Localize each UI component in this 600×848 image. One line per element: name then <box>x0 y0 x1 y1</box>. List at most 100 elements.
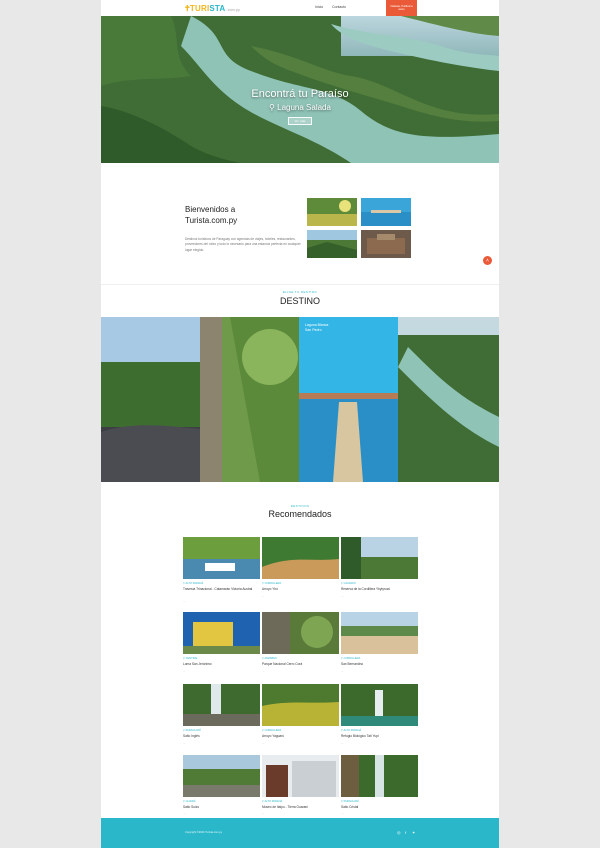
instagram-icon[interactable]: ◎ <box>397 830 401 835</box>
card-title[interactable]: Reserva de la Cordillera Ybytyruzú <box>341 587 418 591</box>
card-image[interactable] <box>341 684 418 726</box>
recommended-card[interactable]: ⚲ CORDILLERA Arroyo Yhú ... <box>262 537 339 607</box>
card-category-label: GUAIRÁ <box>185 800 196 803</box>
card-category-label: ALTO PARANÁ <box>264 800 283 803</box>
footer-copyright: Copyright ©2024 Turista.com.py <box>185 831 223 834</box>
destino-title: DESTINO <box>279 296 320 306</box>
card-category: ⚲ PARAGUARÍ <box>183 729 201 732</box>
destino-panel-3[interactable]: Laguna Blanca San Pedro <box>299 317 398 482</box>
card-more: ... <box>183 741 186 745</box>
card-category: ⚲ ALTO PARANÁ <box>341 729 361 732</box>
card-title[interactable]: Travesía Trinacional - Catamarán Victori… <box>183 587 260 591</box>
card-image[interactable] <box>183 755 260 797</box>
card-title[interactable]: Arroyo Yhú <box>262 587 339 591</box>
gallery-image-forest[interactable] <box>307 198 357 226</box>
card-category-label: CENTRAL <box>185 657 198 660</box>
card-category: ⚲ AMAMBAY <box>262 657 277 660</box>
welcome-gallery <box>307 198 411 260</box>
card-title[interactable]: Parque Nacional Cerro Corá <box>262 662 339 666</box>
card-image[interactable] <box>262 684 339 726</box>
card-category-label: ALTO PARANÁ <box>343 729 362 732</box>
card-title[interactable]: Salto Cristal <box>341 805 418 809</box>
welcome-description: Destinos turísticos de Paraguay con agen… <box>185 237 301 252</box>
card-image[interactable] <box>341 755 418 797</box>
card-image[interactable] <box>183 537 260 579</box>
recommended-card[interactable]: ⚲ CENTRAL Loma San Jerónimo ... <box>183 612 260 678</box>
panel-label-subtitle: San Pedro <box>305 328 322 332</box>
card-category: ⚲ CORDILLERA <box>262 729 281 732</box>
card-title[interactable]: Salto Inglés <box>183 734 260 738</box>
destino-eyebrow: ELIGE TU DESTINO <box>282 290 318 294</box>
card-category: ⚲ GUAIRÁ <box>183 800 196 803</box>
card-title[interactable]: Refugio Biológico Tatí Yupí <box>341 734 418 738</box>
card-more: ... <box>341 669 344 673</box>
location-icon: ⚲ <box>262 729 264 732</box>
location-icon: ⚲ <box>183 800 185 803</box>
card-image[interactable] <box>183 612 260 654</box>
recommended-card[interactable]: ⚲ ALTO PARANÁ Travesía Trinacional - Cat… <box>183 537 260 607</box>
scroll-up-button[interactable]: ˄ <box>483 256 492 265</box>
recommended-card[interactable]: ⚲ PARAGUARÍ Salto Cristal ... <box>341 755 418 815</box>
recommended-card[interactable]: ⚲ GUAIRÁ Salto Suizo ... <box>183 755 260 815</box>
card-category-label: CORDILLERA <box>264 582 282 585</box>
recommended-card[interactable]: ⚲ CAAZAPÁ Reserva de la Cordillera Ybyty… <box>341 537 418 607</box>
nav-link-contacto[interactable]: Contacto <box>332 5 346 9</box>
nav-link-inicio[interactable]: Inicio <box>315 5 323 9</box>
recommended-card[interactable]: ⚲ PARAGUARÍ Salto Inglés ... <box>183 684 260 750</box>
card-more: ... <box>341 594 344 598</box>
card-category-label: CORDILLERA <box>343 657 361 660</box>
gallery-image-valley[interactable] <box>307 230 357 258</box>
welcome-title-line2: Turista.com.py <box>185 216 238 225</box>
card-image[interactable] <box>341 612 418 654</box>
card-image[interactable] <box>262 755 339 797</box>
card-title[interactable]: Loma San Jerónimo <box>183 662 260 666</box>
logo-text-part1: TURI <box>189 3 210 13</box>
card-category-label: ALTO PARANÁ <box>185 582 204 585</box>
card-title[interactable]: San Bernardino <box>341 662 418 666</box>
twitter-icon[interactable]: ✦ <box>412 830 415 835</box>
gallery-image-mission[interactable] <box>361 230 411 258</box>
card-image[interactable] <box>183 684 260 726</box>
card-title[interactable]: Salto Suizo <box>183 805 260 809</box>
card-category-label: PARAGUARÍ <box>343 800 359 803</box>
gallery-image-pier[interactable] <box>361 198 411 226</box>
destino-panel-2[interactable] <box>200 317 299 482</box>
card-more: ... <box>262 669 265 673</box>
hero-more-button[interactable]: Ver más <box>288 117 312 125</box>
recommended-card[interactable]: ⚲ AMAMBAY Parque Nacional Cerro Corá ... <box>262 612 339 678</box>
card-category-label: AMAMBAY <box>264 657 278 660</box>
hero-banner: Encontrá tu Paraíso ⚲ Laguna Salada Ver … <box>101 16 499 163</box>
publish-ad-button[interactable]: Visitaste, Publicá tu aviso <box>386 0 417 16</box>
welcome-title-line1: Bienvenidos a <box>185 205 236 214</box>
location-icon: ⚲ <box>341 582 343 585</box>
card-category-label: CAAZAPÁ <box>343 582 356 585</box>
card-more: ... <box>341 811 344 815</box>
recommended-card[interactable]: ⚲ CORDILLERA San Bernardino ... <box>341 612 418 678</box>
card-more: ... <box>183 811 186 815</box>
card-title[interactable]: Arroyo Yaguarú <box>262 734 339 738</box>
card-more: ... <box>341 741 344 745</box>
recommended-eyebrow: DESTINOS <box>290 504 310 508</box>
facebook-icon[interactable]: f <box>405 830 406 835</box>
recommended-title: Recomendados <box>268 509 332 519</box>
hero-title: Encontrá tu Paraíso <box>251 88 349 100</box>
recommended-card[interactable]: ⚲ ALTO PARANÁ Refugio Biológico Tatí Yup… <box>341 684 418 750</box>
card-category: ⚲ PARAGUARÍ <box>341 800 359 803</box>
card-category-label: CORDILLERA <box>264 729 282 732</box>
page: ✝ TURI STA .com.py Inicio Contacto Visit… <box>101 0 499 848</box>
map-pin-icon: ⚲ <box>269 103 275 112</box>
card-category: ⚲ CENTRAL <box>183 657 198 660</box>
logo-suffix: .com.py <box>226 7 241 12</box>
card-image[interactable] <box>262 537 339 579</box>
card-image[interactable] <box>341 537 418 579</box>
card-more: ... <box>262 594 265 598</box>
card-more: ... <box>262 811 265 815</box>
recommended-card[interactable]: ⚲ CORDILLERA Arroyo Yaguarú ... <box>262 684 339 750</box>
recommended-card[interactable]: ⚲ ALTO PARANÁ Museo de Itaipu - Tierra G… <box>262 755 339 815</box>
destino-panel-4[interactable] <box>398 317 499 482</box>
site-logo[interactable]: ✝ TURI STA .com.py <box>184 2 240 14</box>
card-title[interactable]: Museo de Itaipu - Tierra Guaraní <box>262 805 339 809</box>
destino-panel-1[interactable] <box>101 317 200 482</box>
card-more: ... <box>262 741 265 745</box>
card-image[interactable] <box>262 612 339 654</box>
